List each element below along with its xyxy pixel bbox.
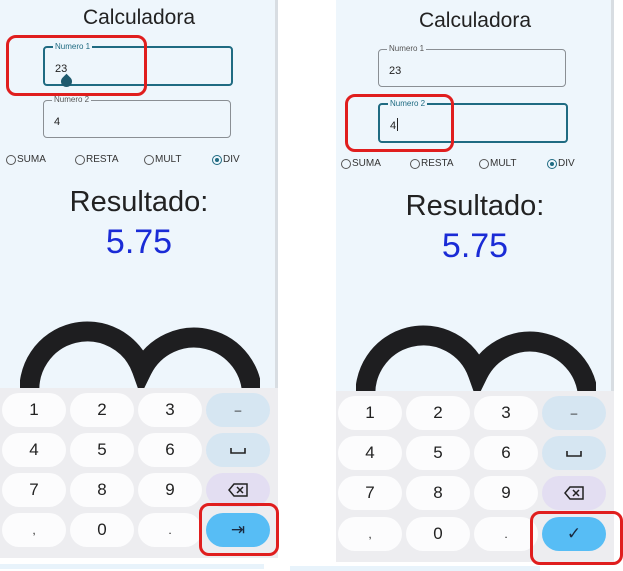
operation-radio-group: SUMA RESTA MULT DIV [0, 154, 278, 168]
calculator-screen-right: Calculadora Numero 1 23 Numero 2 4 SUMA … [336, 0, 614, 562]
result-value: 5.75 [105, 223, 173, 261]
key-6[interactable]: 6 [474, 436, 538, 470]
radio-label: SUMA [352, 158, 381, 169]
radio-div[interactable]: DIV [547, 158, 575, 169]
bottom-strip [290, 566, 540, 571]
backspace-icon [228, 483, 248, 497]
backspace-icon [564, 486, 584, 500]
key-1[interactable]: 1 [338, 396, 402, 430]
radio-label: MULT [490, 158, 517, 169]
radio-checked-icon [212, 154, 222, 165]
radio-unchecked-icon [410, 158, 420, 169]
radio-label: SUMA [17, 154, 46, 165]
app-title: Calculadora [82, 6, 196, 29]
key-9[interactable]: 9 [138, 473, 202, 507]
key-6[interactable]: 6 [138, 433, 202, 467]
bottom-strip [0, 564, 264, 569]
key-0[interactable]: 0 [70, 513, 134, 547]
radio-suma[interactable]: SUMA [341, 158, 381, 169]
radio-label: DIV [558, 158, 575, 169]
key-3[interactable]: 3 [138, 393, 202, 427]
key-minus[interactable]: – [206, 393, 270, 427]
numero2-value: 4 [54, 116, 61, 128]
radio-label: DIV [223, 154, 240, 165]
key-8[interactable]: 8 [70, 473, 134, 507]
decorative-arc-image [356, 325, 596, 402]
highlight-action-key-right [530, 511, 623, 565]
radio-resta[interactable]: RESTA [75, 154, 119, 165]
key-8[interactable]: 8 [406, 476, 470, 510]
key-9[interactable]: 9 [474, 476, 538, 510]
radio-label: RESTA [421, 158, 454, 169]
key-space[interactable] [542, 436, 606, 470]
radio-unchecked-icon [75, 154, 85, 165]
numero2-label: Numero 2 [52, 95, 92, 105]
radio-suma[interactable]: SUMA [6, 154, 46, 165]
key-4[interactable]: 4 [338, 436, 402, 470]
numero1-field[interactable]: Numero 1 23 [378, 44, 566, 87]
radio-unchecked-icon [479, 158, 489, 169]
key-2[interactable]: 2 [406, 396, 470, 430]
key-7[interactable]: 7 [338, 476, 402, 510]
result-value: 5.75 [441, 227, 509, 265]
key-2[interactable]: 2 [70, 393, 134, 427]
numero1-label: Numero 1 [387, 44, 427, 54]
space-icon [230, 448, 246, 454]
result-label: Resultado: [405, 190, 545, 222]
key-space[interactable] [206, 433, 270, 467]
highlight-action-key-left [199, 503, 279, 556]
app-title: Calculadora [418, 9, 532, 32]
key-backspace[interactable] [206, 473, 270, 507]
key-minus[interactable]: – [542, 396, 606, 430]
key-comma[interactable]: , [338, 517, 402, 551]
space-icon [566, 451, 582, 457]
key-1[interactable]: 1 [2, 393, 66, 427]
numero1-value: 23 [389, 65, 402, 77]
radio-unchecked-icon [144, 154, 154, 165]
decorative-arc-image [20, 321, 260, 398]
key-comma[interactable]: , [2, 513, 66, 547]
radio-checked-icon [547, 158, 557, 169]
radio-mult[interactable]: MULT [144, 154, 181, 165]
radio-label: MULT [155, 154, 182, 165]
radio-mult[interactable]: MULT [479, 158, 516, 169]
operation-radio-group: SUMA RESTA MULT DIV [336, 158, 614, 172]
key-5[interactable]: 5 [406, 436, 470, 470]
key-7[interactable]: 7 [2, 473, 66, 507]
key-0[interactable]: 0 [406, 517, 470, 551]
numero2-field[interactable]: Numero 2 4 [43, 95, 231, 138]
key-3[interactable]: 3 [474, 396, 538, 430]
radio-unchecked-icon [6, 154, 16, 165]
key-dot[interactable]: . [138, 513, 202, 547]
key-4[interactable]: 4 [2, 433, 66, 467]
key-5[interactable]: 5 [70, 433, 134, 467]
result-label: Resultado: [69, 186, 209, 218]
radio-label: RESTA [86, 154, 119, 165]
highlight-numero1-field [6, 35, 147, 96]
radio-resta[interactable]: RESTA [410, 158, 454, 169]
key-dot[interactable]: . [474, 517, 538, 551]
radio-unchecked-icon [341, 158, 351, 169]
highlight-numero2-field [345, 94, 454, 152]
key-backspace[interactable] [542, 476, 606, 510]
radio-div[interactable]: DIV [212, 154, 240, 165]
